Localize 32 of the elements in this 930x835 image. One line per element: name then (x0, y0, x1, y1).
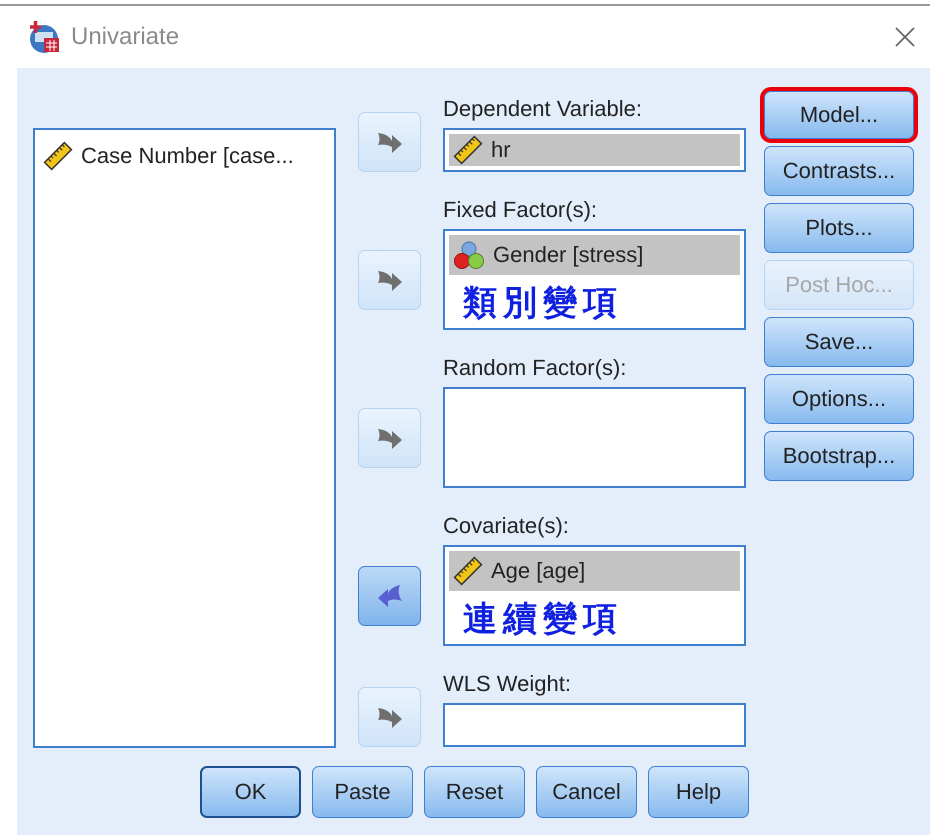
field-label: Dependent Variable: (443, 96, 643, 123)
dialog-button[interactable]: Options... (764, 374, 914, 424)
dialog-button[interactable]: Reset (424, 766, 525, 818)
variable-item[interactable]: hr (449, 134, 740, 166)
dialog-button[interactable]: Bootstrap... (764, 431, 914, 481)
variable-field[interactable] (443, 703, 746, 747)
dialog-button[interactable]: Paste (312, 766, 413, 818)
dialog-button[interactable]: Save... (764, 317, 914, 367)
annotation-text: 連續變項 (462, 598, 624, 639)
variable-field[interactable]: hr (443, 128, 746, 172)
dialog-button[interactable]: Cancel (536, 766, 637, 818)
field-label: Random Factor(s): (443, 355, 628, 382)
close-icon (894, 26, 916, 48)
annotation-text: 類別變項 (462, 282, 624, 323)
balls-icon (453, 240, 485, 270)
variable-item[interactable]: Case Number [case... (39, 136, 330, 176)
variable-field[interactable]: Gender [stress] 類別變項 (443, 229, 746, 330)
variable-item[interactable]: Gender [stress] (449, 235, 740, 275)
variable-item[interactable]: Age [age] (449, 551, 740, 591)
move-button[interactable] (358, 566, 421, 626)
dialog-button[interactable]: Plots... (764, 203, 914, 253)
dialog-button[interactable]: Help (648, 766, 749, 818)
field-label: WLS Weight: (443, 671, 572, 698)
dialog-button[interactable]: OK (200, 766, 301, 818)
window-title: Univariate (71, 23, 180, 51)
app-icon (27, 20, 61, 54)
field-label: Fixed Factor(s): (443, 197, 598, 224)
field-label: Covariate(s): (443, 513, 570, 540)
variable-list[interactable]: Case Number [case... (33, 128, 336, 748)
dialog-button[interactable]: Contrasts... (764, 146, 914, 196)
variable-field[interactable]: Age [age] 連續變項 (443, 545, 746, 646)
variable-field[interactable] (443, 387, 746, 488)
